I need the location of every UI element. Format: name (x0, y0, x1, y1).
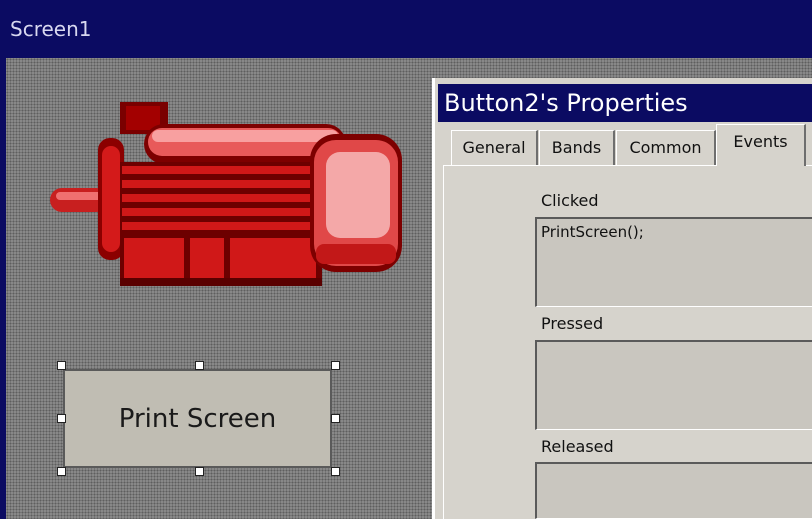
tab-events[interactable]: Events (716, 124, 806, 166)
pressed-script-field[interactable] (535, 340, 812, 430)
released-script-field[interactable] (535, 462, 812, 519)
motor-image[interactable] (48, 98, 408, 290)
pressed-label: Pressed (541, 314, 604, 333)
resize-handle-top-left[interactable] (57, 361, 66, 370)
resize-handle-middle-right[interactable] (331, 414, 340, 423)
tab-general[interactable]: General (451, 130, 538, 166)
properties-title: Button2's Properties (438, 84, 812, 122)
released-label: Released (541, 437, 614, 456)
resize-handle-bottom-middle[interactable] (195, 467, 204, 476)
resize-handle-top-middle[interactable] (195, 361, 204, 370)
resize-handle-middle-left[interactable] (57, 414, 66, 423)
screen-title: Screen1 (10, 17, 92, 41)
tab-bands[interactable]: Bands (539, 130, 615, 166)
resize-handle-bottom-left[interactable] (57, 467, 66, 476)
tab-common[interactable]: Common (616, 130, 716, 166)
resize-handle-top-right[interactable] (331, 361, 340, 370)
resize-handle-bottom-right[interactable] (331, 467, 340, 476)
print-screen-button[interactable]: Print Screen (63, 369, 332, 468)
clicked-label: Clicked (541, 191, 599, 210)
screen-title-bar: Screen1 (0, 0, 812, 58)
clicked-script-field[interactable]: PrintScreen(); (535, 217, 812, 307)
